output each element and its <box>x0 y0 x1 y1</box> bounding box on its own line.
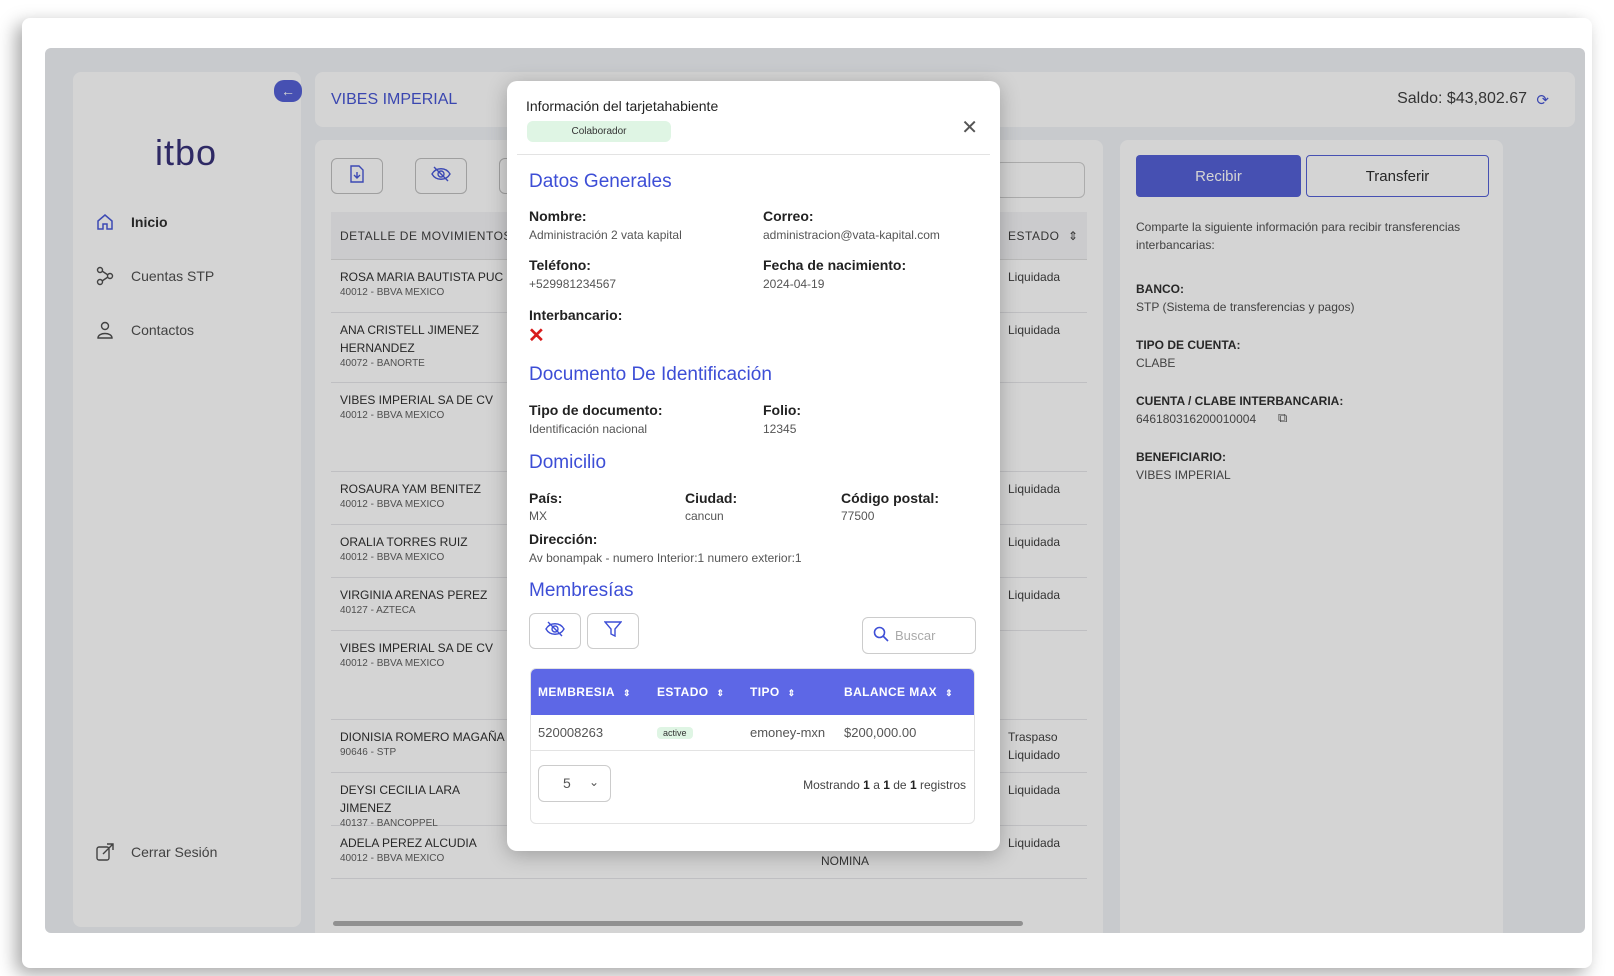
balance-value: $200,000.00 <box>844 725 917 740</box>
close-icon[interactable]: ✕ <box>961 115 978 140</box>
modal-title: Información del tarjetahabiente <box>526 98 719 114</box>
column-membresia[interactable]: MEMBRESIA ⇕ <box>538 685 631 699</box>
tipo-documento-label: Tipo de documento: <box>529 402 663 418</box>
role-badge: Colaborador <box>527 121 671 142</box>
membresia-value: 520008263 <box>538 725 604 740</box>
column-tipo[interactable]: TIPO ⇕ <box>750 685 796 699</box>
cross-icon: ✕ <box>528 325 545 347</box>
sort-icon: ⇕ <box>945 688 954 698</box>
memberships-table: MEMBRESIA ⇕ ESTADO ⇕ TIPO ⇕ BALANCE MAX ⇕ 52… <box>530 668 975 824</box>
nombre-label: Nombre: <box>529 208 587 224</box>
table-header: MEMBRESIA ⇕ ESTADO ⇕ TIPO ⇕ BALANCE MAX ⇕ <box>531 669 974 715</box>
search-icon <box>873 626 889 645</box>
telefono-label: Teléfono: <box>529 257 591 273</box>
folio-value: 12345 <box>763 422 797 436</box>
codigo-postal-label: Código postal: <box>841 490 939 506</box>
interbancario-label: Interbancario: <box>529 307 623 323</box>
page-size-value: 5 <box>563 775 571 791</box>
sort-icon: ⇕ <box>716 688 725 698</box>
nacimiento-label: Fecha de nacimiento: <box>763 257 907 273</box>
page-size-select[interactable]: 5 ⌄ <box>538 765 611 802</box>
section-membresias: Membresías <box>529 580 634 601</box>
eye-off-icon <box>545 621 565 642</box>
search-input[interactable]: Buscar <box>862 617 976 654</box>
table-row[interactable]: 520008263 active emoney-mxn $200,000.00 <box>531 715 974 751</box>
divider <box>517 154 990 155</box>
direccion-value: Av bonampak - numero Interior:1 numero e… <box>529 551 802 565</box>
sort-icon: ⇕ <box>622 688 631 698</box>
direccion-label: Dirección: <box>529 531 598 547</box>
correo-label: Correo: <box>763 208 814 224</box>
pais-label: País: <box>529 490 563 506</box>
status-badge: active <box>657 727 693 739</box>
tipo-value: emoney-mxn <box>750 725 826 740</box>
cardholder-modal: Información del tarjetahabiente Colabora… <box>507 81 1000 851</box>
pagination-info: Mostrando 1 a 1 de 1 registros <box>803 778 966 792</box>
nombre-value: Administración 2 vata kapital <box>529 228 682 242</box>
telefono-value: +529981234567 <box>529 277 617 291</box>
section-domicilio: Domicilio <box>529 452 607 473</box>
column-estado[interactable]: ESTADO ⇕ <box>657 685 724 699</box>
section-datos-generales: Datos Generales <box>529 171 672 192</box>
chevron-down-icon: ⌄ <box>589 775 600 789</box>
hide-columns-button[interactable] <box>529 613 581 649</box>
pais-value: MX <box>529 509 547 523</box>
column-balance[interactable]: BALANCE MAX ⇕ <box>844 685 953 699</box>
ciudad-value: cancun <box>685 509 724 523</box>
sort-icon: ⇕ <box>787 688 796 698</box>
tipo-documento-value: Identificación nacional <box>529 422 648 436</box>
section-documento: Documento De Identificación <box>529 364 772 385</box>
ciudad-label: Ciudad: <box>685 490 738 506</box>
filter-icon <box>603 620 623 642</box>
search-placeholder: Buscar <box>895 628 936 643</box>
folio-label: Folio: <box>763 402 802 418</box>
nacimiento-value: 2024-04-19 <box>763 277 825 291</box>
codigo-postal-value: 77500 <box>841 509 875 523</box>
filter-button[interactable] <box>587 613 639 649</box>
correo-value: administracion@vata-kapital.com <box>763 228 940 242</box>
